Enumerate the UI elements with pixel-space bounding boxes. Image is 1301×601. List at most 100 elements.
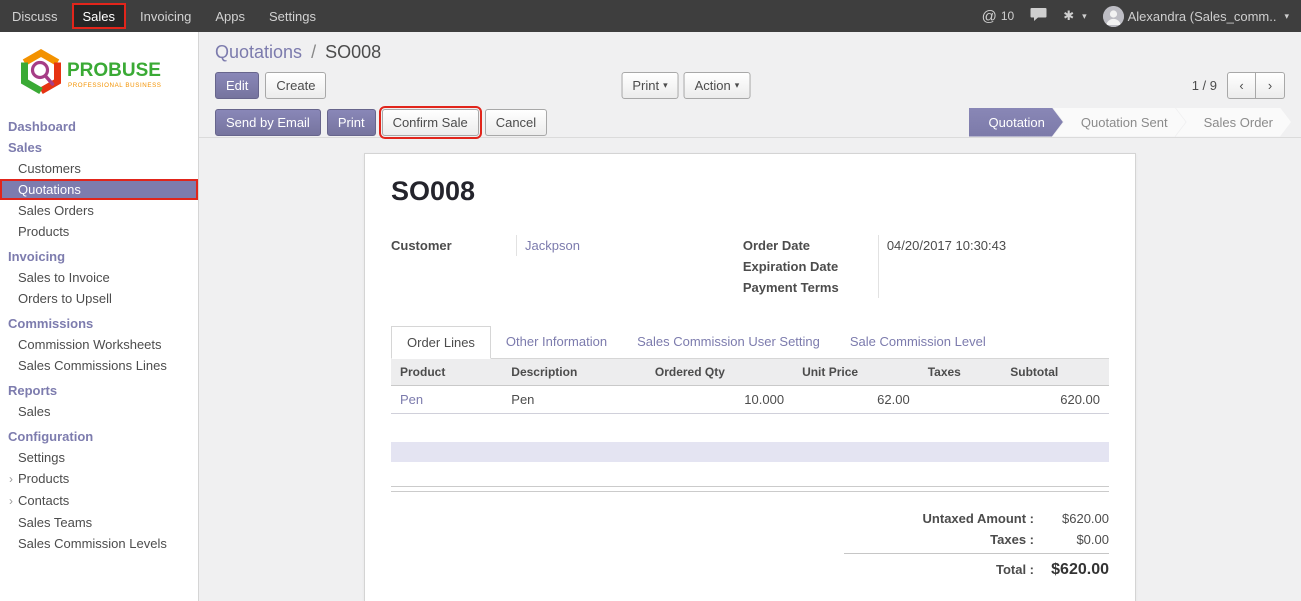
record-title: SO008 xyxy=(391,176,1109,207)
subtotal-cell: 620.00 xyxy=(1001,386,1109,414)
sidebar-item-sales-commission-levels[interactable]: Sales Commission Levels xyxy=(0,533,198,554)
control-panel: Quotations / SO008 Edit Create Print ▾ A… xyxy=(199,32,1301,107)
confirm-sale-button[interactable]: Confirm Sale xyxy=(382,109,479,136)
sidebar-item-sales-to-invoice[interactable]: Sales to Invoice xyxy=(0,267,198,288)
column-unit-price: Unit Price xyxy=(793,359,919,386)
sidebar-item-contacts[interactable]: ›Contacts xyxy=(0,490,198,512)
statusbar: Send by Email Print Confirm Sale Cancel … xyxy=(199,107,1301,138)
sidebar-item-quotations[interactable]: Quotations xyxy=(0,179,198,200)
caret-down-icon: ▾ xyxy=(663,76,668,95)
sidebar-heading-commissions[interactable]: Commissions xyxy=(0,313,198,334)
inbox-count: 10 xyxy=(1001,9,1014,23)
sidebar-item-config-products[interactable]: ›Products xyxy=(0,468,198,490)
customer-label: Customer xyxy=(391,235,516,256)
column-taxes: Taxes xyxy=(919,359,1002,386)
sidebar-item-label: Contacts xyxy=(18,493,69,508)
chevron-right-icon: › xyxy=(9,472,17,487)
probuse-logo[interactable]: PROBUSE PROFESSIONAL BUSINESS xyxy=(0,32,198,112)
logo-title: PROBUSE xyxy=(67,60,161,81)
chevron-right-icon: › xyxy=(9,494,17,509)
payment-terms-value xyxy=(878,277,1109,298)
top-menu-settings[interactable]: Settings xyxy=(257,0,328,32)
sidebar-item-orders-to-upsell[interactable]: Orders to Upsell xyxy=(0,288,198,309)
chevron-right-icon: › xyxy=(1268,76,1272,95)
status-step-quotation[interactable]: Quotation xyxy=(969,108,1063,137)
chat-bubble-icon xyxy=(1030,7,1047,25)
user-menu[interactable]: Alexandra (Sales_comm.. ▾ xyxy=(1103,6,1289,27)
status-step-quotation-sent[interactable]: Quotation Sent xyxy=(1053,108,1186,137)
chevron-left-icon: ‹ xyxy=(1239,76,1243,95)
column-product: Product xyxy=(391,359,502,386)
cancel-button[interactable]: Cancel xyxy=(485,109,547,136)
pager-prev-button[interactable]: ‹ xyxy=(1227,72,1256,99)
expiration-date-value xyxy=(878,256,1109,277)
ordered-qty-cell: 10.000 xyxy=(646,386,793,414)
sidebar-item-sales-commissions-lines[interactable]: Sales Commissions Lines xyxy=(0,355,198,376)
avatar xyxy=(1103,6,1124,27)
sidebar-heading-dashboard[interactable]: Dashboard xyxy=(0,116,198,137)
top-menu-discuss[interactable]: Discuss xyxy=(0,0,70,32)
tab-order-lines[interactable]: Order Lines xyxy=(391,326,491,359)
order-line-row[interactable]: Pen Pen 10.000 62.00 620.00 xyxy=(391,386,1109,414)
sidebar-heading-configuration[interactable]: Configuration xyxy=(0,426,198,447)
sidebar-item-sales-teams[interactable]: Sales Teams xyxy=(0,512,198,533)
sidebar-item-label: Products xyxy=(18,471,69,486)
description-cell: Pen xyxy=(502,386,646,414)
control-buttons-row: Edit Create Print ▾ Action ▾ 1 / 9 xyxy=(215,72,1285,99)
topbar-right: @ 10 ✱ ▾ Alexandra (Sales_comm.. ▾ xyxy=(982,0,1301,32)
sidebar-heading-reports[interactable]: Reports xyxy=(0,380,198,401)
column-description: Description xyxy=(502,359,646,386)
total-value: $620.00 xyxy=(1034,561,1109,579)
send-by-email-button[interactable]: Send by Email xyxy=(215,109,321,136)
status-step-sales-order[interactable]: Sales Order xyxy=(1176,108,1291,137)
print-button[interactable]: Print xyxy=(327,109,376,136)
top-menu-invoicing[interactable]: Invoicing xyxy=(128,0,203,32)
sidebar-heading-invoicing[interactable]: Invoicing xyxy=(0,246,198,267)
pager-next-button[interactable]: › xyxy=(1256,72,1285,99)
order-date-value: 04/20/2017 10:30:43 xyxy=(878,235,1109,256)
status-steps: Quotation Quotation Sent Sales Order xyxy=(969,108,1301,137)
sidebar-item-customers[interactable]: Customers xyxy=(0,158,198,179)
edit-button[interactable]: Edit xyxy=(215,72,259,99)
top-menu-bar: Discuss Sales Invoicing Apps Settings xyxy=(0,0,328,32)
column-subtotal: Subtotal xyxy=(1001,359,1109,386)
tab-other-information[interactable]: Other Information xyxy=(491,326,622,359)
tab-sale-commission-level[interactable]: Sale Commission Level xyxy=(835,326,1001,359)
pager: 1 / 9 ‹ › xyxy=(1192,72,1285,99)
customer-link[interactable]: Jackpson xyxy=(525,238,580,253)
taxes-value: $0.00 xyxy=(1034,532,1109,547)
sidebar-item-reports-sales[interactable]: Sales xyxy=(0,401,198,422)
print-menu-button[interactable]: Print ▾ xyxy=(621,72,678,99)
sidebar-item-settings[interactable]: Settings xyxy=(0,447,198,468)
total-label: Total : xyxy=(844,562,1034,577)
unit-price-cell: 62.00 xyxy=(793,386,919,414)
notebook-tabs: Order Lines Other Information Sales Comm… xyxy=(391,326,1109,359)
top-menu-sales[interactable]: Sales xyxy=(72,3,127,29)
breadcrumb: Quotations / SO008 xyxy=(215,41,1285,63)
action-menu-button[interactable]: Action ▾ xyxy=(684,72,751,99)
untaxed-amount-value: $620.00 xyxy=(1034,511,1109,526)
sidebar-heading-sales[interactable]: Sales xyxy=(0,137,198,158)
sidebar-item-sales-orders[interactable]: Sales Orders xyxy=(0,200,198,221)
inbox-button[interactable]: @ 10 xyxy=(982,8,1015,25)
breadcrumb-separator: / xyxy=(311,42,316,62)
content-area: SO008 Customer Jackpson Order Date 04/20… xyxy=(199,138,1301,601)
taxes-cell xyxy=(919,386,1002,414)
separator-lines xyxy=(391,486,1109,492)
breadcrumb-quotations-link[interactable]: Quotations xyxy=(215,42,302,62)
user-name: Alexandra (Sales_comm.. xyxy=(1128,9,1277,24)
action-menu-label: Action xyxy=(695,76,731,95)
tab-sales-commission-user-setting[interactable]: Sales Commission User Setting xyxy=(622,326,835,359)
sidebar-item-commission-worksheets[interactable]: Commission Worksheets xyxy=(0,334,198,355)
messages-button[interactable] xyxy=(1030,7,1047,25)
table-header-row: Product Description Ordered Qty Unit Pri… xyxy=(391,359,1109,386)
order-date-label: Order Date xyxy=(743,235,878,256)
debug-icon: ✱ xyxy=(1063,8,1074,24)
top-menu-apps[interactable]: Apps xyxy=(203,0,257,32)
breadcrumb-current: SO008 xyxy=(325,42,381,62)
debug-menu-button[interactable]: ✱ ▾ xyxy=(1063,8,1086,24)
product-link[interactable]: Pen xyxy=(400,392,423,407)
sidebar-item-products[interactable]: Products xyxy=(0,221,198,242)
create-button[interactable]: Create xyxy=(265,72,326,99)
column-ordered-qty: Ordered Qty xyxy=(646,359,793,386)
